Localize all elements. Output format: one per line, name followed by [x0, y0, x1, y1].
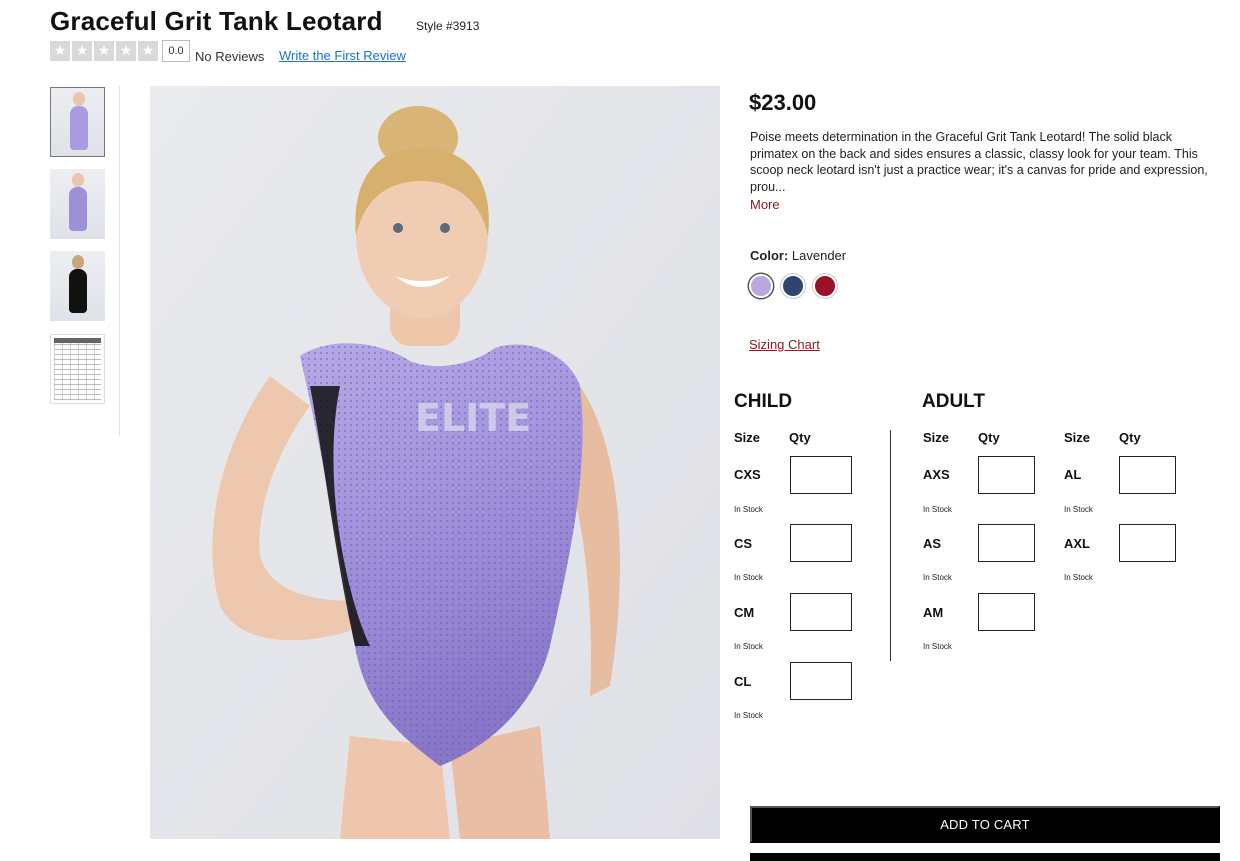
stock-status-am: In Stock	[923, 642, 952, 651]
add-to-cart-button[interactable]: ADD TO CART	[750, 806, 1220, 843]
star-icon: ★	[116, 41, 136, 61]
stock-status-axs: In Stock	[923, 505, 952, 514]
thumbnail-back-view[interactable]	[50, 251, 105, 321]
size-label-as: AS	[923, 536, 942, 551]
size-label-axs: AXS	[923, 467, 950, 482]
qty-input-as[interactable]	[978, 524, 1035, 562]
style-number: Style #3913	[416, 19, 480, 33]
more-link[interactable]: More	[750, 197, 780, 212]
star-icon: ★	[94, 41, 114, 61]
adult-size-header: Size	[923, 430, 950, 445]
leotard-print: ELITE	[415, 396, 531, 440]
model-illustration: ELITE	[150, 86, 720, 839]
child-section-title: CHILD	[734, 391, 793, 412]
leotard-shape	[70, 106, 88, 150]
qty-input-al[interactable]	[1119, 456, 1176, 494]
qty-input-cxs[interactable]	[790, 456, 852, 494]
model-head	[72, 173, 84, 187]
qty-input-cm[interactable]	[790, 593, 852, 631]
star-icon: ★	[72, 41, 92, 61]
swatch-lavender[interactable]	[749, 274, 773, 298]
size-label-cm: CM	[734, 605, 755, 620]
qty-input-am[interactable]	[978, 593, 1035, 631]
thumbnail-sizing-chart[interactable]	[50, 334, 105, 404]
swatch-red[interactable]	[813, 274, 837, 298]
rating-score: 0.0	[162, 40, 190, 62]
size-label-al: AL	[1064, 467, 1082, 482]
sizing-chart-link[interactable]: Sizing Chart	[749, 337, 820, 352]
stock-status-al: In Stock	[1064, 505, 1093, 514]
stock-status-as: In Stock	[923, 573, 952, 582]
main-product-image[interactable]: ELITE	[150, 86, 720, 839]
stock-status-cs: In Stock	[734, 573, 763, 582]
model-head	[73, 92, 85, 106]
adult-size-header-2: Size	[1064, 430, 1091, 445]
chart-header	[54, 338, 101, 343]
stock-status-cm: In Stock	[734, 642, 763, 651]
star-icon: ★	[50, 41, 70, 61]
star-icon: ★	[138, 41, 158, 61]
size-label-axl: AXL	[1064, 536, 1090, 551]
write-review-link[interactable]: Write the First Review	[279, 48, 406, 63]
size-label-cl: CL	[734, 674, 752, 689]
thumbnail-gallery	[50, 86, 120, 436]
adult-qty-header-2: Qty	[1119, 430, 1141, 445]
size-label-am: AM	[923, 605, 944, 620]
leotard-shape	[69, 269, 87, 313]
child-size-header: Size	[734, 430, 761, 445]
thumbnail-front-lavender[interactable]	[50, 87, 105, 157]
product-title: Graceful Grit Tank Leotard	[50, 6, 383, 36]
model-head	[72, 255, 84, 269]
thumbnail-arms-crossed[interactable]	[50, 169, 105, 239]
color-swatches	[749, 274, 845, 298]
leotard-shape	[69, 187, 87, 231]
adult-qty-header: Qty	[978, 430, 1000, 445]
star-rating: ★ ★ ★ ★ ★ 0.0	[50, 40, 190, 62]
qty-input-axl[interactable]	[1119, 524, 1176, 562]
qty-input-cl[interactable]	[790, 662, 852, 700]
review-count: No Reviews	[195, 49, 265, 64]
qty-input-axs[interactable]	[978, 456, 1035, 494]
secondary-button[interactable]	[750, 853, 1220, 861]
size-label-cs: CS	[734, 536, 753, 551]
product-description: Poise meets determination in the Gracefu…	[750, 130, 1208, 194]
product-price: $23.00	[749, 90, 817, 115]
adult-section-title: ADULT	[922, 391, 985, 412]
color-label: Color: Lavender	[750, 248, 846, 263]
chart-grid	[54, 338, 101, 400]
stock-status-axl: In Stock	[1064, 573, 1093, 582]
stock-status-cl: In Stock	[734, 711, 763, 720]
color-selected: Lavender	[791, 248, 847, 263]
section-divider	[890, 430, 891, 661]
qty-input-cs[interactable]	[790, 524, 852, 562]
color-label-key: Color:	[750, 248, 789, 263]
stock-status-cxs: In Stock	[734, 505, 763, 514]
swatch-navy[interactable]	[781, 274, 805, 298]
child-qty-header: Qty	[789, 430, 811, 445]
size-label-cxs: CXS	[734, 467, 761, 482]
